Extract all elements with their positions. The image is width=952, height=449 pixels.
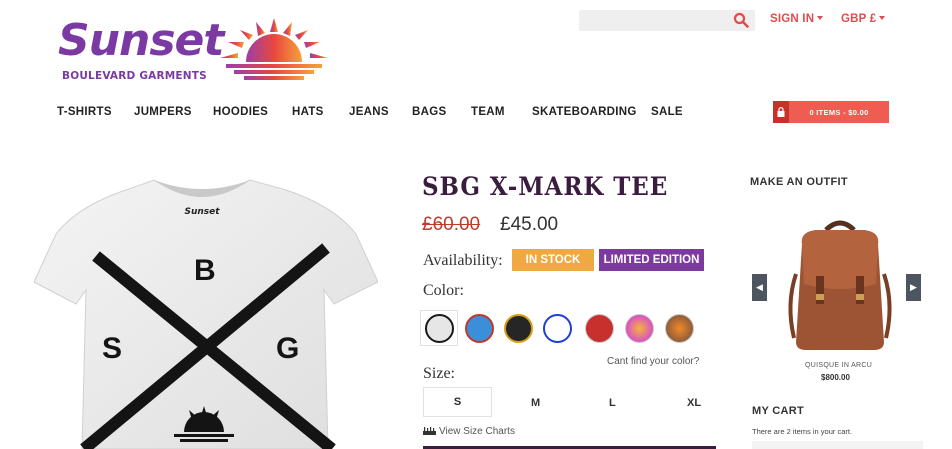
carousel-prev-button[interactable]: ◀ <box>752 274 767 301</box>
size-option-s[interactable]: S <box>423 387 492 417</box>
size-label: Size: <box>423 365 455 382</box>
nav-item-hoodies[interactable]: HOODIES <box>213 106 268 118</box>
lock-icon <box>773 101 789 123</box>
make-outfit-heading: MAKE AN OUTFIT <box>750 176 848 188</box>
currency-label: GBP £ <box>841 13 877 25</box>
chevron-left-icon: ◀ <box>756 282 763 292</box>
sign-in-label: SIGN IN <box>770 13 815 25</box>
shirt-logo-text: Sunset <box>184 207 220 217</box>
brand-tagline: BOULEVARD GARMENTS <box>62 70 207 82</box>
nav-item-hats[interactable]: HATS <box>292 106 324 118</box>
in-stock-badge: IN STOCK <box>512 249 594 271</box>
color-swatch-white[interactable] <box>425 314 454 343</box>
size-chart-link[interactable]: View Size Charts <box>423 426 515 437</box>
product-title: SBG X-MARK TEE <box>422 172 669 201</box>
chevron-down-icon <box>879 15 886 20</box>
cart-item-row <box>752 441 923 449</box>
nav-item-bags[interactable]: BAGS <box>412 106 446 118</box>
sun-logo-icon <box>220 18 328 80</box>
backpack-image[interactable] <box>780 214 900 354</box>
t-shirt-shape <box>34 179 378 449</box>
sign-in-link[interactable]: SIGN IN <box>770 13 824 25</box>
search-icon[interactable] <box>733 12 749 28</box>
nav-item-sale[interactable]: SALE <box>651 106 683 118</box>
cart-info-text: There are 2 items in your cart. <box>752 427 853 436</box>
price-original: £60.00 <box>422 214 481 235</box>
nav-item-jeans[interactable]: JEANS <box>349 106 389 118</box>
size-option-m[interactable]: M <box>531 397 540 409</box>
cart-button[interactable]: 0 ITEMS - $0.00 <box>773 101 889 123</box>
size-chart-label: View Size Charts <box>439 426 515 437</box>
brand-logo[interactable]: Sunset <box>58 17 224 65</box>
price-sale: £45.00 <box>500 214 559 235</box>
nav-item-jumpers[interactable]: JUMPERS <box>134 106 192 118</box>
shirt-letter-s: S <box>102 332 122 365</box>
currency-selector[interactable]: GBP £ <box>841 13 886 25</box>
color-swatch-white-alt[interactable] <box>543 314 572 343</box>
chevron-right-icon: ▶ <box>910 282 917 292</box>
color-swatch-brown-gradient[interactable] <box>665 314 694 343</box>
color-swatch-red[interactable] <box>585 314 614 343</box>
ruler-icon <box>423 427 436 435</box>
cart-summary: 0 ITEMS - $0.00 <box>809 107 869 117</box>
my-cart-heading: MY CART <box>752 405 805 417</box>
color-swatch-black[interactable] <box>504 314 533 343</box>
carousel-next-button[interactable]: ▶ <box>906 274 921 301</box>
nav-item-skateboarding[interactable]: SKATEBOARDING <box>532 106 637 118</box>
color-label: Color: <box>423 282 464 299</box>
chevron-down-icon <box>817 15 824 20</box>
color-help-link[interactable]: Cant find your color? <box>607 356 699 367</box>
size-option-label: S <box>453 396 462 408</box>
outfit-item-price: $800.00 <box>821 373 850 382</box>
nav-item-team[interactable]: TEAM <box>471 106 505 118</box>
outfit-item-name[interactable]: QUISQUE IN ARCU <box>805 362 872 369</box>
color-swatch-pink-gradient[interactable] <box>625 314 654 343</box>
limited-edition-badge: LIMITED EDITION <box>599 249 704 271</box>
product-image[interactable]: B S G Sunset <box>34 170 378 449</box>
availability-label: Availability: <box>423 252 503 269</box>
nav-item-t-shirts[interactable]: T-SHIRTS <box>57 106 112 118</box>
shirt-letter-g: G <box>276 332 299 365</box>
color-swatch-blue[interactable] <box>465 314 494 343</box>
size-option-l[interactable]: L <box>609 397 616 409</box>
shirt-letter-b: B <box>194 254 216 287</box>
search-input[interactable] <box>579 10 755 31</box>
size-option-xl[interactable]: XL <box>687 397 701 409</box>
